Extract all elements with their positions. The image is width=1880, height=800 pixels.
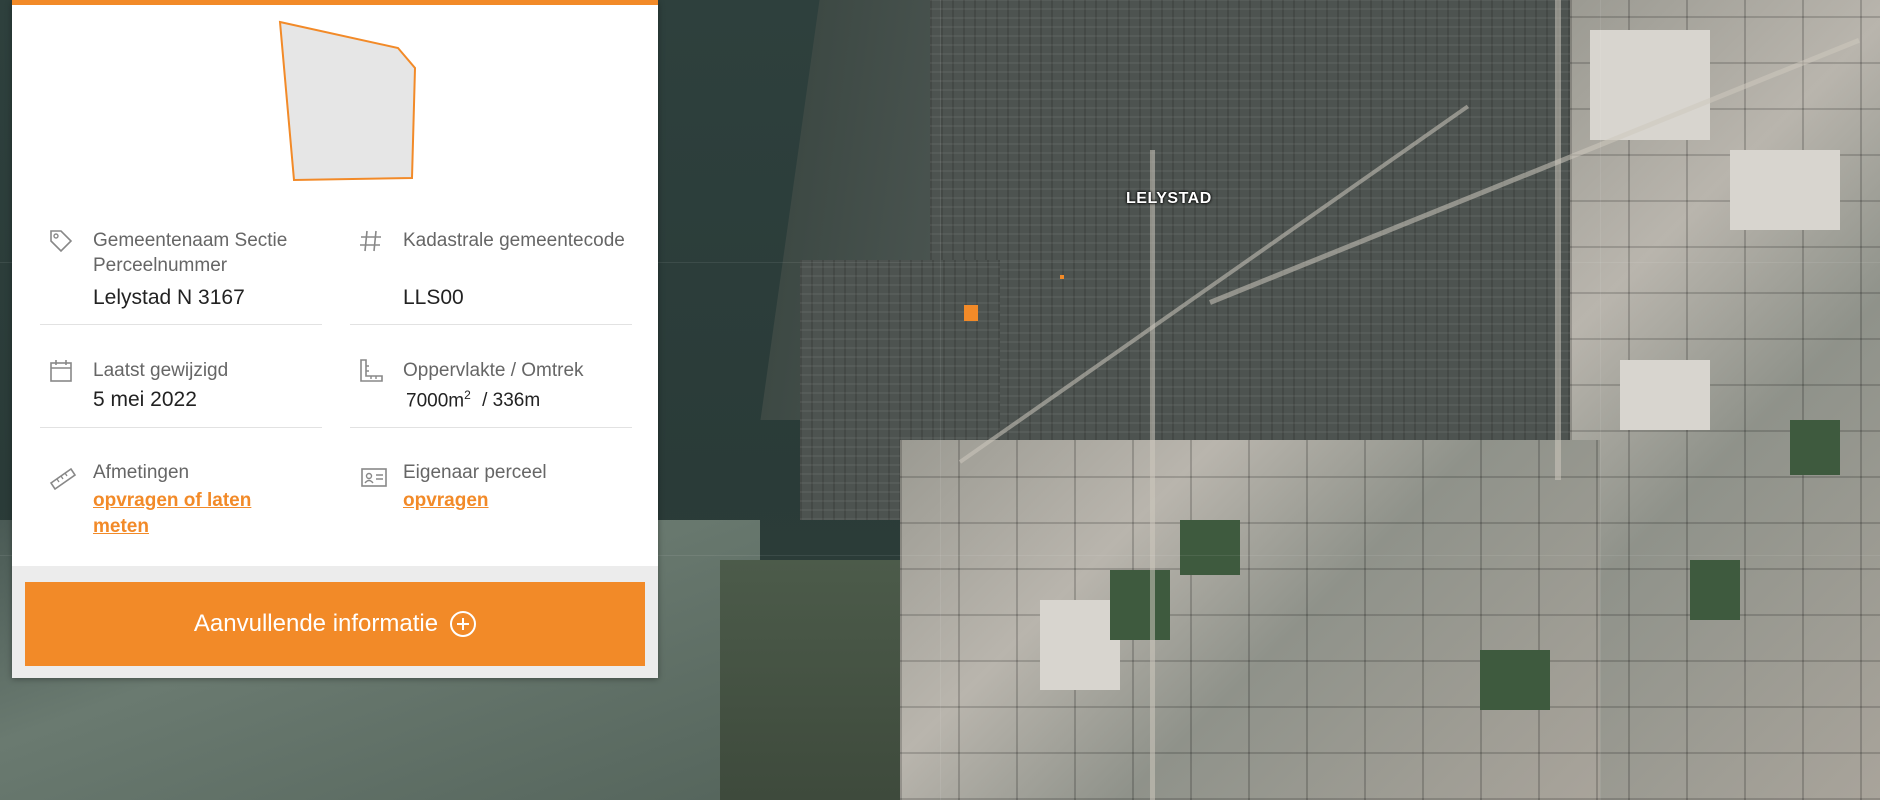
area-cell: Oppervlakte / Omtrek 7000m2 / 336m — [350, 350, 632, 430]
road — [1150, 150, 1155, 800]
ruler-icon — [49, 467, 77, 490]
additional-info-label: Aanvullende informatie — [193, 610, 439, 637]
map-grid-line — [940, 0, 941, 800]
city-label: LELYSTAD — [1126, 190, 1212, 207]
parcel-id-cell: Gemeentenaam Sectie Perceelnummer Lelyst… — [40, 220, 322, 320]
divider — [40, 324, 322, 325]
ruler-square-icon — [360, 359, 383, 382]
field-patch — [1790, 420, 1840, 475]
dimensions-cell: Afmetingen opvragen of laten meten — [40, 452, 322, 542]
poi-marker[interactable] — [1060, 275, 1064, 279]
divider — [350, 324, 632, 325]
owner-cell: Eigenaar perceel opvragen — [350, 452, 632, 542]
cadastral-code-label: Kadastrale gemeentecode — [403, 230, 625, 251]
tag-icon — [50, 230, 73, 253]
perimeter-value: / 336m — [482, 390, 541, 412]
field-patch — [1480, 650, 1550, 710]
parcel-info-panel: Gemeentenaam Sectie Perceelnummer Lelyst… — [12, 0, 658, 678]
cadastral-code-cell: Kadastrale gemeentecode LLS00 — [350, 220, 632, 320]
field-patch — [1110, 570, 1170, 640]
calendar-icon — [50, 360, 72, 382]
owner-label: Eigenaar perceel — [403, 462, 547, 483]
divider — [350, 427, 632, 428]
last-modified-value: 5 mei 2022 — [93, 388, 197, 411]
farmland-south — [900, 440, 1600, 800]
field-patch — [1620, 360, 1710, 430]
area-label: Oppervlakte / Omtrek — [403, 360, 584, 381]
field-patch — [1730, 150, 1840, 230]
area-unit-exponent: 2 — [464, 388, 471, 402]
last-modified-cell: Laatst gewijzigd 5 mei 2022 — [40, 350, 322, 430]
hash-icon — [360, 230, 381, 252]
field-patch — [1040, 600, 1120, 690]
dimensions-label: Afmetingen — [93, 462, 190, 483]
cadastral-code-value: LLS00 — [403, 286, 464, 309]
parcel-marker[interactable] — [964, 305, 978, 321]
additional-info-button[interactable]: Aanvullende informatie — [25, 582, 645, 666]
plus-circle-icon — [450, 611, 477, 637]
owner-request-link[interactable]: opvragen — [403, 488, 603, 514]
parcel-shape-thumbnail — [278, 20, 417, 182]
last-modified-label: Laatst gewijzigd — [93, 360, 229, 381]
field-patch — [1180, 520, 1240, 575]
dimensions-request-link[interactable]: opvragen of laten meten — [93, 488, 293, 540]
city-area — [930, 0, 1580, 460]
parcel-id-value: Lelystad N 3167 — [93, 286, 245, 309]
panel-accent-bar — [12, 0, 658, 5]
map-grid-line — [1600, 0, 1601, 800]
parcel-id-label: Gemeentenaam Sectie Perceelnummer — [93, 230, 288, 276]
divider — [40, 427, 322, 428]
field-patch — [1690, 560, 1740, 620]
road — [1555, 0, 1561, 480]
area-value-line: 7000m2 / 336m — [406, 388, 540, 412]
area-value: 7000m — [406, 390, 465, 412]
id-card-icon — [361, 468, 387, 487]
